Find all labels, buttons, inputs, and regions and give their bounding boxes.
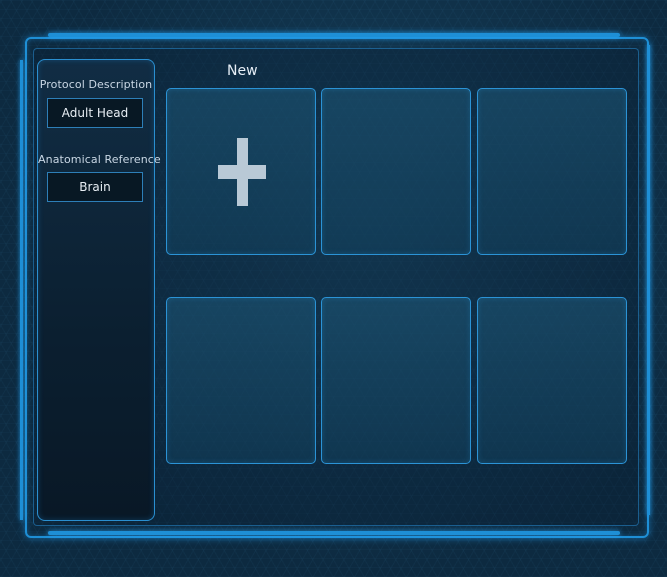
protocol-tile-slot-5[interactable] <box>321 297 471 464</box>
sidebar-panel: Protocol Description Adult Head Anatomic… <box>37 59 161 521</box>
protocol-description-label: Protocol Description <box>39 78 153 91</box>
new-title: New <box>227 63 258 79</box>
frame-right-edge <box>647 45 650 515</box>
frame-top-bar <box>48 33 620 37</box>
anatomical-reference-label: Anatomical Reference <box>38 153 161 166</box>
frame-left-edge <box>20 60 23 520</box>
anatomical-reference-field[interactable]: Brain <box>47 172 143 202</box>
new-protocol-tile[interactable] <box>166 88 316 255</box>
protocol-tile-slot-4[interactable] <box>166 297 316 464</box>
protocol-tile-slot-2[interactable] <box>321 88 471 255</box>
protocol-tile-slot-3[interactable] <box>477 88 627 255</box>
plus-icon <box>218 138 266 206</box>
frame-bottom-bar <box>48 531 620 535</box>
protocol-tile-slot-6[interactable] <box>477 297 627 464</box>
protocol-description-field[interactable]: Adult Head <box>47 98 143 128</box>
